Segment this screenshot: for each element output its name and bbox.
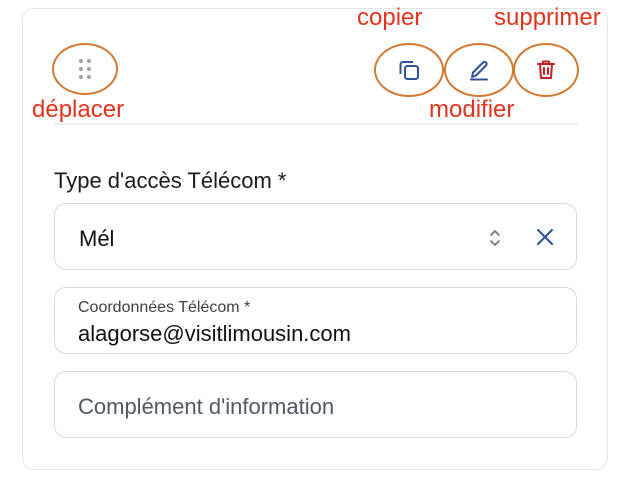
complement-field[interactable]: Complément d'information [54, 371, 577, 438]
annotation-copy: copier [357, 4, 423, 31]
trash-icon [537, 60, 555, 79]
access-type-value: Mél [79, 226, 115, 251]
drag-handle-icon [79, 59, 91, 79]
close-icon[interactable] [534, 226, 556, 248]
header-divider [53, 123, 579, 125]
coordinates-label: Coordonnées Télécom * [78, 299, 251, 316]
access-type-select[interactable]: Mél [54, 203, 577, 270]
coordinates-field[interactable]: Coordonnées Télécom * alagorse@visitlimo… [54, 287, 577, 354]
annotation-edit: modifier [429, 96, 515, 123]
edit-button[interactable] [444, 43, 514, 97]
copy-icon [399, 61, 419, 80]
annotation-move: déplacer [32, 96, 125, 123]
sort-icon [490, 230, 500, 246]
pencil-icon [470, 60, 488, 81]
copy-button[interactable] [374, 43, 444, 97]
complement-placeholder: Complément d'information [78, 394, 335, 419]
delete-button[interactable] [513, 43, 579, 97]
drag-handle-button[interactable] [52, 43, 118, 95]
access-type-label: Type d'accès Télécom * [54, 168, 287, 193]
coordinates-value: alagorse@visitlimousin.com [78, 321, 351, 346]
annotation-delete: supprimer [494, 4, 601, 31]
